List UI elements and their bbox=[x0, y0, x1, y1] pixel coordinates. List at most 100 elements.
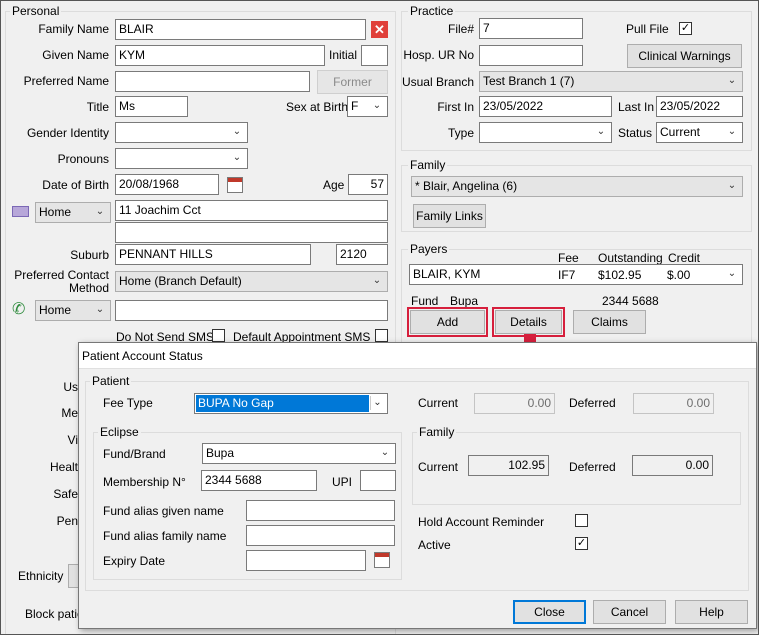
address-type-select[interactable]: Home ⌄ bbox=[35, 202, 111, 223]
add-payer-button[interactable]: Add bbox=[407, 307, 488, 337]
first-in-field[interactable]: 23/05/2022 bbox=[479, 96, 612, 117]
payers-group-title: Payers bbox=[408, 242, 450, 256]
expiry-date-label: Expiry Date bbox=[103, 554, 166, 568]
usual-branch-value: Test Branch 1 (7) bbox=[483, 74, 575, 88]
last-in-field[interactable]: 23/05/2022 bbox=[656, 96, 743, 117]
chevron-down-icon: ⌄ bbox=[372, 100, 382, 111]
sex-at-birth-select[interactable]: F ⌄ bbox=[347, 96, 388, 117]
patient-account-status-dialog: Patient Account Status Patient Fee Type … bbox=[78, 342, 757, 629]
clinical-warnings-button[interactable]: Clinical Warnings bbox=[627, 44, 742, 68]
chevron-down-icon: ⌄ bbox=[232, 152, 242, 163]
preferred-contact-method-select[interactable]: Home (Branch Default) ⌄ bbox=[115, 271, 388, 292]
clear-family-name-icon[interactable]: ✕ bbox=[371, 21, 388, 38]
family-links-button[interactable]: Family Links bbox=[413, 204, 486, 228]
suburb-field[interactable]: PENNANT HILLS bbox=[115, 244, 311, 265]
chevron-down-icon: ⌄ bbox=[95, 206, 105, 217]
partial-label-me: Me bbox=[61, 406, 78, 420]
chevron-down-icon: ⌄ bbox=[372, 275, 382, 286]
former-button[interactable]: Former bbox=[317, 70, 388, 94]
address-line-2-field[interactable] bbox=[115, 222, 388, 243]
alias-given-field[interactable] bbox=[246, 500, 395, 521]
block-patient-label: Block patie bbox=[25, 607, 84, 621]
payer-name: BLAIR, KYM bbox=[413, 267, 481, 281]
file-number-label: File# bbox=[447, 22, 474, 36]
usual-branch-select[interactable]: Test Branch 1 (7) ⌄ bbox=[479, 71, 743, 92]
envelope-icon bbox=[12, 206, 29, 217]
hold-account-reminder-checkbox[interactable] bbox=[575, 514, 588, 527]
payer-select[interactable]: BLAIR, KYM IF7 $102.95 $.00 ⌄ bbox=[409, 264, 743, 285]
payer-details-button[interactable]: Details bbox=[492, 307, 565, 337]
fee-type-value: BUPA No Gap bbox=[196, 395, 369, 412]
postcode-field[interactable]: 2120 bbox=[336, 244, 388, 265]
help-button[interactable]: Help bbox=[675, 600, 748, 624]
phone-number-field[interactable] bbox=[115, 300, 388, 321]
active-checkbox[interactable]: ✓ bbox=[575, 537, 588, 550]
deferred-label: Deferred bbox=[569, 396, 616, 410]
pull-file-checkbox[interactable]: ✓ bbox=[679, 22, 692, 35]
family-name-field[interactable]: BLAIR bbox=[115, 19, 366, 40]
preferred-name-label: Preferred Name bbox=[23, 74, 109, 88]
phone-type-select[interactable]: Home ⌄ bbox=[35, 300, 111, 321]
active-label: Active bbox=[418, 538, 451, 552]
title-field[interactable]: Ms bbox=[115, 96, 188, 117]
fund-brand-select[interactable]: Bupa ⌄ bbox=[202, 443, 396, 464]
phone-icon: ✆ bbox=[12, 301, 26, 318]
cancel-button[interactable]: Cancel bbox=[593, 600, 666, 624]
phone-type-value: Home bbox=[39, 303, 72, 317]
initial-field[interactable] bbox=[361, 45, 388, 66]
family-subgroup-title: Family bbox=[417, 425, 457, 439]
payers-col-outstanding: Outstanding bbox=[598, 251, 663, 265]
do-not-send-sms-checkbox[interactable] bbox=[212, 329, 225, 342]
fund-label: Fund bbox=[411, 294, 439, 308]
family-group-title: Family bbox=[408, 158, 448, 172]
family-deferred-label: Deferred bbox=[569, 460, 616, 474]
status-label: Status bbox=[618, 126, 653, 140]
calendar-icon[interactable] bbox=[227, 177, 243, 193]
current-field: 0.00 bbox=[474, 393, 555, 414]
given-name-field[interactable]: KYM bbox=[115, 45, 325, 66]
payer-credit: $.00 bbox=[667, 268, 691, 282]
upi-field[interactable] bbox=[360, 470, 396, 491]
partial-label-us: Us bbox=[63, 380, 78, 394]
hold-account-reminder-label: Hold Account Reminder bbox=[418, 515, 545, 529]
hosp-ur-field[interactable] bbox=[479, 45, 583, 66]
chevron-down-icon: ⌄ bbox=[95, 304, 105, 315]
practice-group-title: Practice bbox=[408, 4, 456, 18]
alias-given-label: Fund alias given name bbox=[103, 504, 224, 518]
chevron-down-icon: ⌄ bbox=[370, 396, 384, 410]
partial-label-healt: Healt bbox=[49, 460, 78, 474]
preferred-contact-method-value: Home (Branch Default) bbox=[119, 274, 242, 288]
dob-field[interactable]: 20/08/1968 bbox=[115, 174, 219, 195]
family-current-label: Current bbox=[418, 460, 459, 474]
status-select[interactable]: Current ⌄ bbox=[656, 122, 743, 143]
fee-type-select[interactable]: BUPA No Gap ⌄ bbox=[194, 393, 388, 414]
family-name-label: Family Name bbox=[38, 22, 109, 36]
alias-family-field[interactable] bbox=[246, 525, 395, 546]
upi-label: UPI bbox=[332, 475, 353, 489]
membership-label: Membership N° bbox=[103, 475, 186, 489]
membership-field[interactable]: 2344 5688 bbox=[201, 470, 317, 491]
claims-button[interactable]: Claims bbox=[573, 310, 646, 334]
type-select[interactable]: ⌄ bbox=[479, 122, 612, 143]
age-field[interactable]: 57 bbox=[348, 174, 388, 195]
chevron-down-icon: ⌄ bbox=[596, 126, 606, 137]
chevron-down-icon: ⌄ bbox=[727, 126, 737, 137]
first-in-label: First In bbox=[437, 100, 474, 114]
calendar-icon[interactable] bbox=[374, 552, 390, 568]
default-appointment-sms-checkbox[interactable] bbox=[375, 329, 388, 342]
current-label: Current bbox=[418, 396, 459, 410]
gender-identity-select[interactable]: ⌄ bbox=[115, 122, 248, 143]
dialog-title-bar: Patient Account Status bbox=[79, 343, 756, 369]
file-number-field[interactable]: 7 bbox=[479, 18, 583, 39]
chevron-down-icon: ⌄ bbox=[232, 126, 242, 137]
dob-label: Date of Birth bbox=[42, 178, 109, 192]
payers-col-fee: Fee bbox=[558, 251, 579, 265]
title-label: Title bbox=[86, 100, 109, 114]
close-button[interactable]: Close bbox=[513, 600, 586, 624]
expiry-date-field[interactable] bbox=[246, 550, 366, 571]
pronouns-select[interactable]: ⌄ bbox=[115, 148, 248, 169]
preferred-name-field[interactable] bbox=[115, 71, 310, 92]
family-member-select[interactable]: * Blair, Angelina (6) ⌄ bbox=[411, 176, 743, 197]
pronouns-label: Pronouns bbox=[57, 152, 109, 166]
address-line-1-field[interactable]: 11 Joachim Cct bbox=[115, 200, 388, 221]
